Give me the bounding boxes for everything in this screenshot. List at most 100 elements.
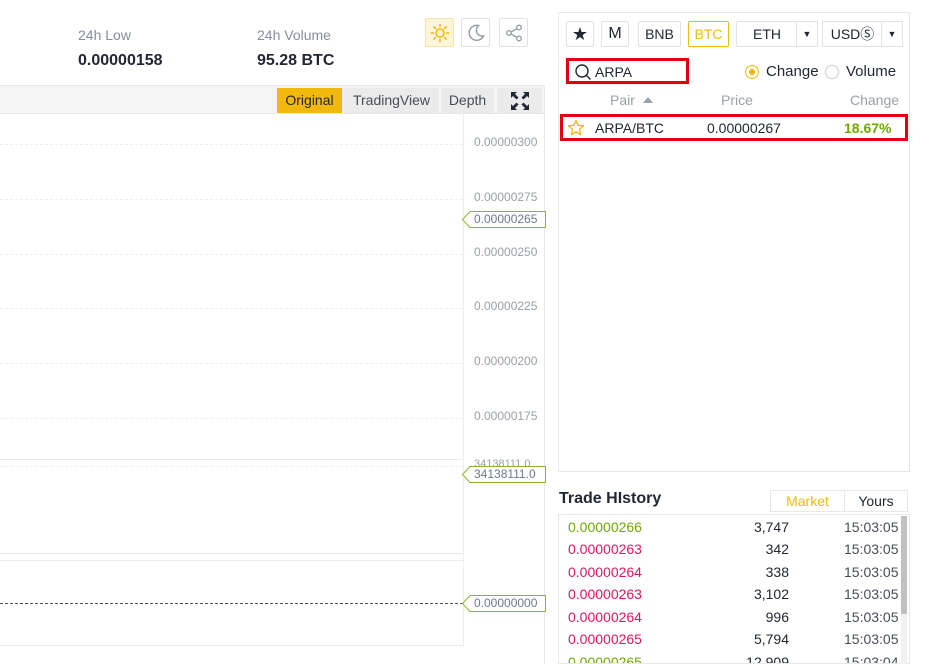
eth-dropdown[interactable]: ▼ <box>796 21 818 47</box>
chart-bottom-border <box>0 645 463 646</box>
stat-24h-volume-value: 95.28 BTC <box>257 52 335 69</box>
current-price-tag: 0.00000265 <box>462 211 546 228</box>
quote-tab-btc[interactable]: BTC <box>688 21 729 47</box>
price-axis-label: 0.00000225 <box>474 299 538 313</box>
indicator-pane-top <box>0 560 463 561</box>
scrollbar-thumb[interactable] <box>901 516 907 614</box>
trade-amount: 342 <box>765 541 789 557</box>
light-theme-button[interactable] <box>425 18 454 47</box>
trade-price: 0.00000263 <box>568 541 642 557</box>
gridline <box>0 363 463 364</box>
chart-toolbar: Original TradingView Depth <box>0 85 545 114</box>
quote-tab-eth[interactable]: ETH <box>736 21 797 47</box>
trade-price: 0.00000263 <box>568 586 642 602</box>
pair-search[interactable] <box>566 58 689 84</box>
margin-button[interactable]: M <box>601 21 629 47</box>
market-panel: ★ M BNB BTC ETH ▼ USDⓈ ▼ Change Volume P… <box>558 12 910 472</box>
market-row[interactable]: ARPA/BTC 0.00000267 18.67% <box>560 114 908 141</box>
trade-time: 15:03:05 <box>844 541 899 557</box>
trade-row: 0.00000266 3,747 15:03:05 <box>559 516 909 538</box>
trade-history-table: 0.00000266 3,747 15:03:05 0.00000263 342… <box>558 514 910 664</box>
favorite-star-icon[interactable] <box>567 119 585 137</box>
share-icon <box>505 24 522 41</box>
sort-by-volume[interactable]: Volume <box>825 63 896 80</box>
stat-24h-low-label: 24h Low <box>78 27 131 43</box>
favorites-button[interactable]: ★ <box>566 21 594 47</box>
indicator-pane-separator <box>0 553 463 554</box>
radio-selected-icon <box>745 64 759 79</box>
trade-amount: 996 <box>765 609 789 625</box>
sort-by-change[interactable]: Change <box>745 63 819 80</box>
trade-time: 15:03:05 <box>844 631 899 647</box>
stat-24h-low: 24h Low 0.00000158 <box>78 26 163 71</box>
search-input[interactable] <box>595 64 683 80</box>
price-axis-label: 0.00000250 <box>474 245 538 259</box>
trade-history-title: Trade HIstory <box>559 490 662 507</box>
column-change[interactable]: Change <box>850 92 899 108</box>
trade-row: 0.00000265 5,794 15:03:05 <box>559 628 909 650</box>
fiat-tab[interactable]: USDⓈ <box>822 21 882 47</box>
dark-theme-button[interactable] <box>461 18 490 47</box>
trade-price: 0.00000264 <box>568 609 642 625</box>
stat-24h-volume-label: 24h Volume <box>257 27 331 43</box>
price-axis-border <box>463 114 464 646</box>
sort-change-label: Change <box>766 63 819 80</box>
chart-panel-border <box>544 85 545 664</box>
trade-row: 0.00000264 338 15:03:05 <box>559 561 909 583</box>
column-pair[interactable]: Pair <box>610 92 653 108</box>
sort-asc-icon <box>642 97 653 103</box>
trade-time: 15:03:05 <box>844 609 899 625</box>
gridline <box>0 199 463 200</box>
gridline <box>0 466 463 467</box>
trade-price: 0.00000266 <box>568 519 642 535</box>
price-axis-label: 0.00000200 <box>474 354 538 368</box>
indicator-zero-line <box>0 603 463 604</box>
sort-volume-label: Volume <box>846 63 897 80</box>
trade-price: 0.00000265 <box>568 654 642 664</box>
volume-tag-text: 34138111.0 <box>474 467 536 481</box>
trade-amount: 3,747 <box>753 519 789 535</box>
gridline <box>0 144 463 145</box>
trade-amount: 12,909 <box>746 654 789 664</box>
trade-time: 15:03:04 <box>844 654 899 664</box>
gridline <box>0 254 463 255</box>
radio-unselected-icon <box>825 64 839 79</box>
quote-tab-bnb[interactable]: BNB <box>638 21 681 47</box>
indicator-tag: 0.00000000 <box>462 595 546 612</box>
tab-my-trades[interactable]: Yours <box>844 490 908 512</box>
tab-tradingview[interactable]: TradingView <box>344 88 439 113</box>
trade-row: 0.00000264 996 15:03:05 <box>559 606 909 628</box>
moon-icon <box>467 24 485 41</box>
gridline <box>0 308 463 309</box>
tab-market-trades[interactable]: Market <box>770 490 845 512</box>
fullscreen-button[interactable] <box>497 88 542 113</box>
tab-original[interactable]: Original <box>277 88 342 113</box>
market-row-pair: ARPA/BTC <box>595 120 664 136</box>
trade-amount: 3,102 <box>753 586 789 602</box>
share-button[interactable] <box>499 18 528 47</box>
gridline <box>0 418 463 419</box>
market-row-change: 18.67% <box>844 120 892 136</box>
trade-time: 15:03:05 <box>844 564 899 580</box>
column-pair-label: Pair <box>610 92 635 108</box>
market-row-price: 0.00000267 <box>707 120 781 136</box>
search-icon <box>575 64 591 80</box>
trade-row: 0.00000263 342 15:03:05 <box>559 538 909 560</box>
trade-history-scrollbar[interactable] <box>901 516 907 664</box>
tab-depth[interactable]: Depth <box>441 88 494 113</box>
trade-price: 0.00000265 <box>568 631 642 647</box>
expand-icon <box>510 91 529 110</box>
trade-amount: 5,794 <box>753 631 789 647</box>
caret-down-icon: ▼ <box>802 29 812 39</box>
trade-time: 15:03:05 <box>844 586 899 602</box>
trade-time: 15:03:05 <box>844 519 899 535</box>
trade-price: 0.00000264 <box>568 564 642 580</box>
column-price[interactable]: Price <box>721 92 753 108</box>
fiat-dropdown[interactable]: ▼ <box>881 21 903 47</box>
stat-24h-low-value: 0.00000158 <box>78 52 163 69</box>
stat-24h-volume: 24h Volume 95.28 BTC <box>257 26 334 71</box>
star-icon: ★ <box>571 24 589 44</box>
volume-pane-separator <box>0 459 463 460</box>
price-axis-label: 0.00000300 <box>474 135 538 149</box>
sun-icon <box>430 23 449 42</box>
